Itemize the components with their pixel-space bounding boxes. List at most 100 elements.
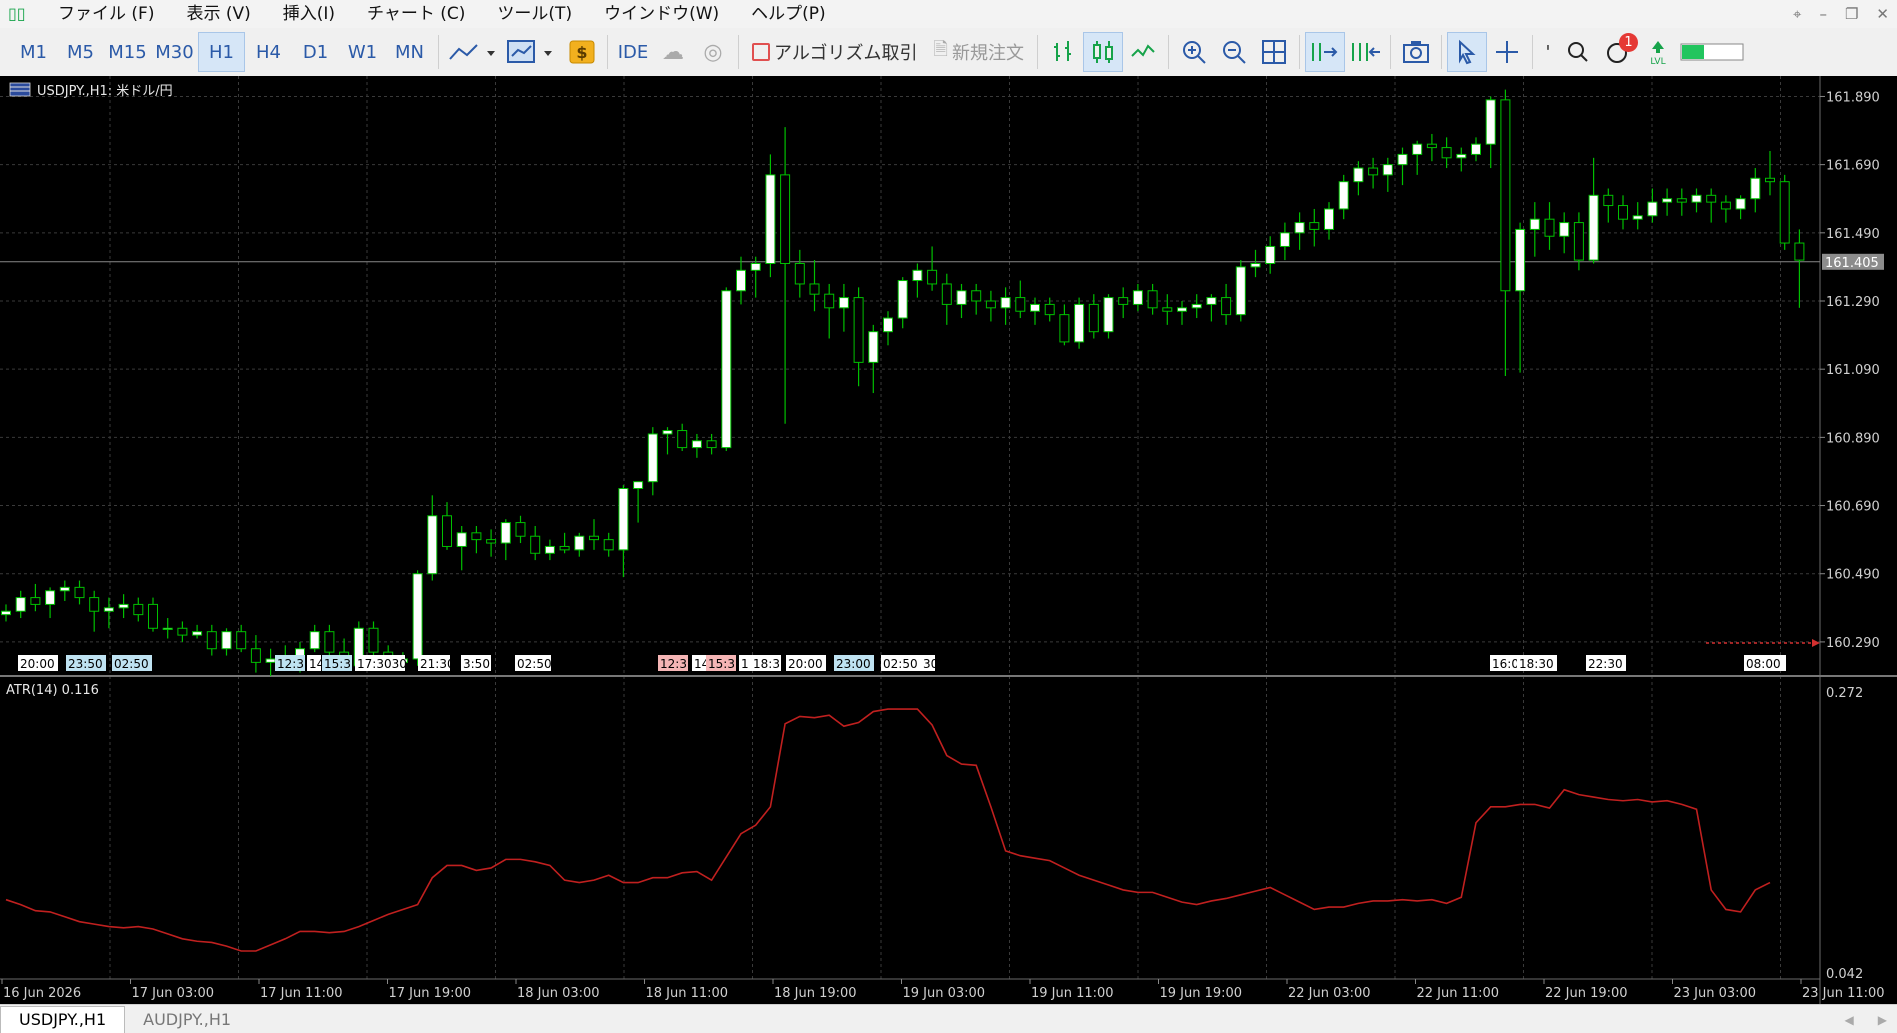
candle-body [662,430,673,435]
candle-body [1309,222,1320,230]
svg-text:LVL: LVL [1650,57,1665,66]
event-tag-label: 18:3 [753,657,780,671]
timeframe-h1[interactable]: H1 [198,32,245,72]
timeframe-h4[interactable]: H4 [245,32,292,72]
menu-window[interactable]: ウインドウ(W) [588,0,735,28]
price-tick-label: 160.690 [1826,500,1880,515]
time-tick-label: 17 Jun 03:00 [132,986,215,1001]
screenshot-icon[interactable] [1396,32,1436,72]
timeframe-m1[interactable]: M1 [10,32,57,72]
menu-insert[interactable]: 挿入(I) [267,0,351,28]
search-icon[interactable] [1558,32,1598,72]
minimize-icon[interactable]: – [1819,5,1827,23]
event-tag-label: 22:30 [1588,657,1623,671]
candle-body [1794,242,1805,261]
line-chart-icon[interactable] [1123,32,1163,72]
chart-tabs-bar: USDJPY.,H1 AUDJPY.,H1 ◀ ▶ [0,1004,1897,1033]
event-tag-label: 3:50 [463,657,490,671]
event-tag-label: 21:30 [420,657,455,671]
timeframe-w1[interactable]: W1 [339,32,386,72]
candle-body [250,648,261,663]
zoom-out-icon[interactable] [1214,32,1254,72]
candle-body [148,603,158,629]
candle-body [1250,263,1261,268]
candle-body [794,263,805,285]
algo-trading-icon [752,43,770,61]
indicator-label: ATR(14) 0.116 [6,683,99,698]
cloud-icon[interactable]: ☁ [653,32,693,72]
candle-body [544,545,555,554]
candlestick-chart-icon[interactable] [1082,32,1123,72]
candle-body [486,539,497,544]
candle-body [1074,303,1085,343]
time-tick-label: 23 Jun 03:00 [1674,986,1757,1001]
candle-body [1177,307,1187,312]
event-tag-label: 02:50 [517,657,552,671]
timeframe-m15[interactable]: M15 [104,32,151,72]
tab-audjpy-h1[interactable]: AUDJPY.,H1 [125,1007,249,1033]
candle-body [691,440,702,449]
connection-meter-icon[interactable] [1678,32,1748,72]
crosshair-icon[interactable] [1487,32,1527,72]
new-order-button[interactable]: 🗎 新規注文 [925,32,1031,72]
timeframe-d1[interactable]: D1 [292,32,339,72]
chart-window[interactable]: 161.890 161.690 161.490 161.290 161.090 160.8… [0,76,1897,1004]
tab-usdjpy-h1[interactable]: USDJPY.,H1 [0,1006,126,1033]
candle-body [1191,303,1202,309]
scroll-right-icon[interactable]: ▶ [1878,1013,1887,1027]
indicators-menu-icon[interactable] [444,32,502,72]
candle-body [1441,147,1452,159]
scroll-left-icon[interactable]: ◀ [1845,1013,1854,1027]
candle-body [15,597,26,612]
candle-body [206,631,217,650]
restore-icon[interactable]: ❐ [1845,5,1858,23]
candle-body [442,515,452,547]
candle-body [1765,177,1775,183]
cursor-icon[interactable] [1446,32,1487,72]
chart-canvas[interactable]: 161.890 161.690 161.490 161.290 161.090 160.8… [0,76,1897,1004]
candle-body [427,515,438,575]
chart-shift-icon[interactable] [1345,32,1385,72]
candle-body [324,631,335,653]
close-icon[interactable]: ✕ [1876,5,1889,23]
templates-menu-icon[interactable] [502,32,562,72]
candle-body [1162,307,1173,312]
event-tag-label: 15:3 [324,657,351,671]
bar-chart-icon[interactable] [1043,32,1083,72]
auto-scroll-icon[interactable] [1304,32,1345,72]
more-tools-icon[interactable]: ' [1538,32,1558,72]
candle-body [1397,153,1408,166]
atr-line [5,708,1771,952]
pin-icon[interactable]: ⌖ [1793,5,1801,23]
candle-body [1030,303,1040,312]
signal-level-icon[interactable]: LVL [1638,32,1678,72]
menu-view[interactable]: 表示 (V) [170,0,266,28]
current-price-label: 161.405 [1825,256,1879,271]
candle-body [589,535,599,541]
menu-tools[interactable]: ツール(T) [481,0,588,28]
ide-button[interactable]: IDE [613,32,653,72]
menu-help[interactable]: ヘルプ(P) [735,0,842,28]
time-tick-label: 23 Jun 11:00 [1802,986,1885,1001]
candle-body [236,631,247,650]
algo-trading-button[interactable]: アルゴリズム取引 [744,32,925,72]
timeframe-mn[interactable]: MN [386,32,433,72]
zoom-in-icon[interactable] [1174,32,1214,72]
candle-body [1706,194,1717,203]
notifications-icon[interactable]: 1 [1598,32,1638,72]
candle-body [1000,297,1011,309]
timeframe-m30[interactable]: M30 [151,32,198,72]
candle-body [412,573,423,660]
menu-chart[interactable]: チャート (C) [351,0,481,28]
menu-file[interactable]: ファイル (F) [42,0,170,28]
price-tick-label: 160.890 [1826,431,1880,446]
event-tag-label: 17:3030 [357,657,407,671]
candle-body [1412,143,1423,155]
candle-body [162,627,173,630]
timeframe-m5[interactable]: M5 [57,32,104,72]
vps-icon[interactable]: ◎ [693,32,733,72]
notification-badge: 1 [1618,33,1638,52]
tile-windows-icon[interactable] [1254,32,1294,72]
candle-body [838,297,849,309]
trading-signals-icon[interactable]: $ [562,32,602,72]
